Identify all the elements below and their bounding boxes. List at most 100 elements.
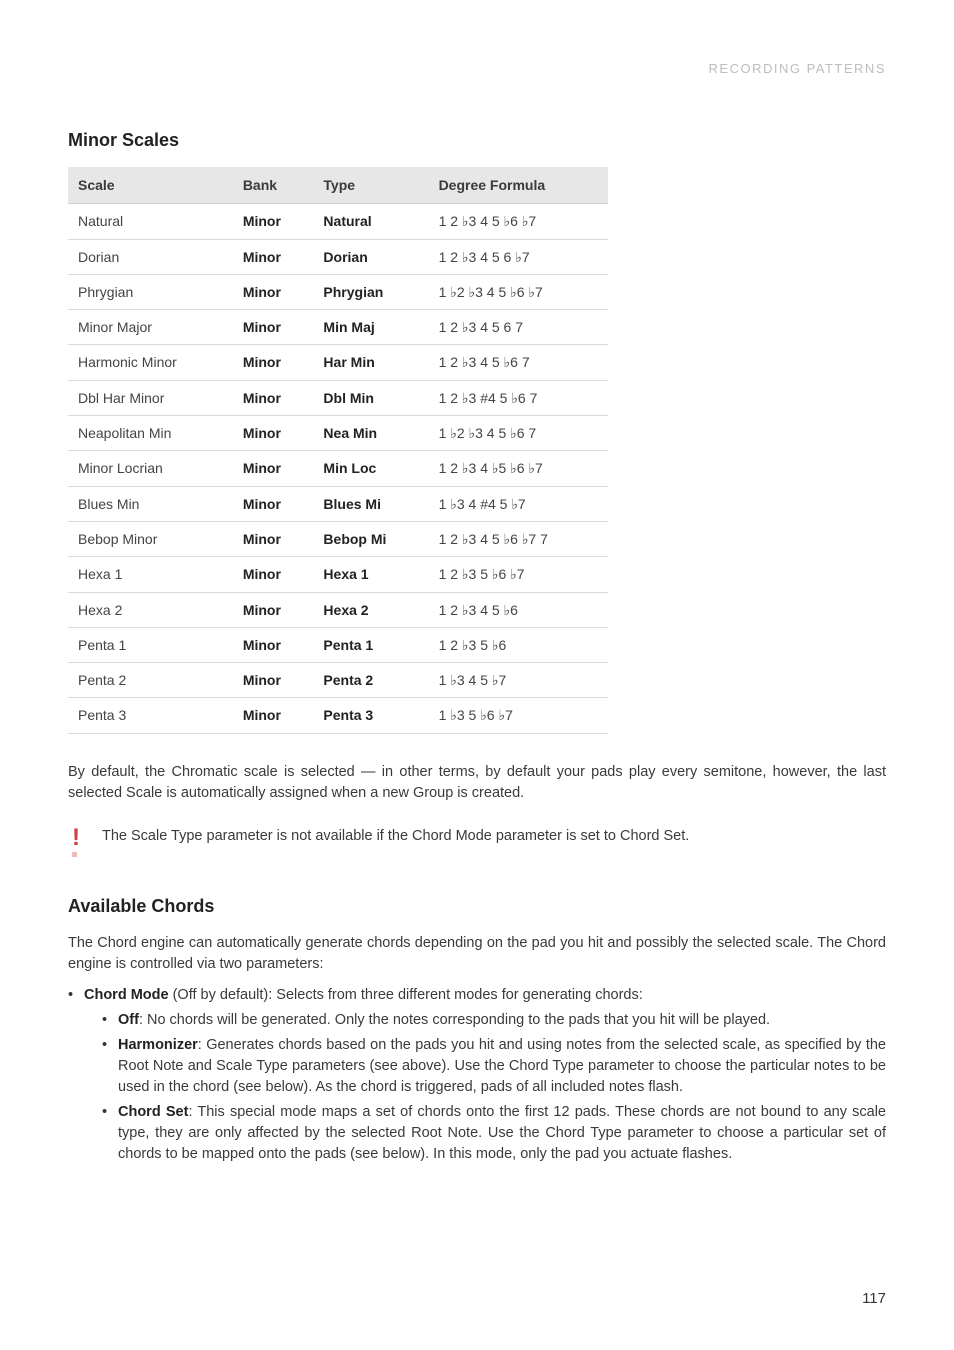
td-bank: Minor xyxy=(233,698,314,733)
td-bank: Minor xyxy=(233,663,314,698)
warning-text: The Scale Type parameter is not availabl… xyxy=(102,826,886,847)
td-formula: 1 2 ♭3 5 ♭6 ♭7 xyxy=(429,557,608,592)
table-row: Minor LocrianMinorMin Loc1 2 ♭3 4 ♭5 ♭6 … xyxy=(68,451,608,486)
td-scale: Dbl Har Minor xyxy=(68,380,233,415)
td-bank: Minor xyxy=(233,239,314,274)
td-bank: Minor xyxy=(233,345,314,380)
td-formula: 1 2 ♭3 5 ♭6 xyxy=(429,627,608,662)
page: RECORDING PATTERNS Minor Scales Scale Ba… xyxy=(0,0,954,1350)
td-scale: Neapolitan Min xyxy=(68,416,233,451)
running-head: RECORDING PATTERNS xyxy=(68,60,886,79)
td-bank: Minor xyxy=(233,521,314,556)
td-type: Dbl Min xyxy=(313,380,428,415)
table-row: Harmonic MinorMinorHar Min1 2 ♭3 4 5 ♭6 … xyxy=(68,345,608,380)
chord-mode-label: Chord Mode xyxy=(84,987,169,1003)
td-scale: Minor Locrian xyxy=(68,451,233,486)
td-type: Penta 2 xyxy=(313,663,428,698)
th-scale: Scale xyxy=(68,167,233,204)
td-type: Min Maj xyxy=(313,310,428,345)
td-bank: Minor xyxy=(233,416,314,451)
td-bank: Minor xyxy=(233,557,314,592)
td-formula: 1 2 ♭3 4 5 ♭6 7 xyxy=(429,345,608,380)
warning-note: ! The Scale Type parameter is not availa… xyxy=(68,826,886,857)
chord-set-label: Chord Set xyxy=(118,1104,188,1120)
td-type: Har Min xyxy=(313,345,428,380)
table-row: Minor MajorMinorMin Maj1 2 ♭3 4 5 6 7 xyxy=(68,310,608,345)
chord-mode-sublist: Off: No chords will be generated. Only t… xyxy=(84,1010,886,1165)
table-row: Blues MinMinorBlues Mi1 ♭3 4 #4 5 ♭7 xyxy=(68,486,608,521)
td-formula: 1 ♭2 ♭3 4 5 ♭6 7 xyxy=(429,416,608,451)
table-row: PhrygianMinorPhrygian1 ♭2 ♭3 4 5 ♭6 ♭7 xyxy=(68,274,608,309)
table-row: Hexa 2MinorHexa 21 2 ♭3 4 5 ♭6 xyxy=(68,592,608,627)
list-item-chord-set: Chord Set: This special mode maps a set … xyxy=(102,1102,886,1165)
td-scale: Minor Major xyxy=(68,310,233,345)
td-scale: Penta 1 xyxy=(68,627,233,662)
td-formula: 1 2 ♭3 4 5 ♭6 ♭7 7 xyxy=(429,521,608,556)
td-bank: Minor xyxy=(233,451,314,486)
list-item-off: Off: No chords will be generated. Only t… xyxy=(102,1010,886,1031)
list-item-chord-mode: Chord Mode (Off by default): Selects fro… xyxy=(68,985,886,1165)
td-formula: 1 2 ♭3 4 5 ♭6 xyxy=(429,592,608,627)
td-formula: 1 2 ♭3 4 5 ♭6 ♭7 xyxy=(429,204,608,239)
td-type: Penta 3 xyxy=(313,698,428,733)
table-row: Bebop MinorMinorBebop Mi1 2 ♭3 4 5 ♭6 ♭7… xyxy=(68,521,608,556)
td-type: Blues Mi xyxy=(313,486,428,521)
td-formula: 1 ♭3 5 ♭6 ♭7 xyxy=(429,698,608,733)
table-row: Penta 3MinorPenta 31 ♭3 5 ♭6 ♭7 xyxy=(68,698,608,733)
off-label: Off xyxy=(118,1012,139,1028)
td-type: Nea Min xyxy=(313,416,428,451)
td-bank: Minor xyxy=(233,204,314,239)
table-row: DorianMinorDorian1 2 ♭3 4 5 6 ♭7 xyxy=(68,239,608,274)
table-row: Penta 2MinorPenta 21 ♭3 4 5 ♭7 xyxy=(68,663,608,698)
table-header-row: Scale Bank Type Degree Formula xyxy=(68,167,608,204)
table-row: NaturalMinorNatural1 2 ♭3 4 5 ♭6 ♭7 xyxy=(68,204,608,239)
harmonizer-desc: : Generates chords based on the pads you… xyxy=(118,1037,886,1095)
td-scale: Hexa 1 xyxy=(68,557,233,592)
td-bank: Minor xyxy=(233,486,314,521)
td-bank: Minor xyxy=(233,274,314,309)
td-formula: 1 2 ♭3 4 ♭5 ♭6 ♭7 xyxy=(429,451,608,486)
td-formula: 1 2 ♭3 4 5 6 7 xyxy=(429,310,608,345)
td-bank: Minor xyxy=(233,627,314,662)
td-scale: Natural xyxy=(68,204,233,239)
td-type: Penta 1 xyxy=(313,627,428,662)
paragraph-chords-intro: The Chord engine can automatically gener… xyxy=(68,933,886,975)
td-bank: Minor xyxy=(233,310,314,345)
td-type: Min Loc xyxy=(313,451,428,486)
td-scale: Bebop Minor xyxy=(68,521,233,556)
list-item-harmonizer: Harmonizer: Generates chords based on th… xyxy=(102,1035,886,1098)
chord-mode-desc: (Off by default): Selects from three dif… xyxy=(169,987,643,1003)
td-scale: Penta 2 xyxy=(68,663,233,698)
off-desc: : No chords will be generated. Only the … xyxy=(139,1012,770,1028)
td-type: Bebop Mi xyxy=(313,521,428,556)
th-formula: Degree Formula xyxy=(429,167,608,204)
td-scale: Harmonic Minor xyxy=(68,345,233,380)
table-row: Hexa 1MinorHexa 11 2 ♭3 5 ♭6 ♭7 xyxy=(68,557,608,592)
td-formula: 1 2 ♭3 4 5 6 ♭7 xyxy=(429,239,608,274)
td-scale: Dorian xyxy=(68,239,233,274)
td-type: Hexa 1 xyxy=(313,557,428,592)
td-bank: Minor xyxy=(233,380,314,415)
page-number: 117 xyxy=(862,1288,886,1310)
td-formula: 1 ♭2 ♭3 4 5 ♭6 ♭7 xyxy=(429,274,608,309)
td-type: Natural xyxy=(313,204,428,239)
chord-mode-list: Chord Mode (Off by default): Selects fro… xyxy=(68,985,886,1165)
minor-scales-table: Scale Bank Type Degree Formula NaturalMi… xyxy=(68,167,608,734)
section-title-available-chords: Available Chords xyxy=(68,893,886,919)
td-bank: Minor xyxy=(233,592,314,627)
table-row: Dbl Har MinorMinorDbl Min1 2 ♭3 #4 5 ♭6 … xyxy=(68,380,608,415)
td-scale: Hexa 2 xyxy=(68,592,233,627)
td-scale: Blues Min xyxy=(68,486,233,521)
td-scale: Phrygian xyxy=(68,274,233,309)
td-type: Phrygian xyxy=(313,274,428,309)
warning-icon: ! xyxy=(72,826,80,857)
th-bank: Bank xyxy=(233,167,314,204)
td-type: Dorian xyxy=(313,239,428,274)
chord-set-desc: : This special mode maps a set of chords… xyxy=(118,1104,886,1162)
td-scale: Penta 3 xyxy=(68,698,233,733)
harmonizer-label: Harmonizer xyxy=(118,1037,198,1053)
table-row: Neapolitan MinMinorNea Min1 ♭2 ♭3 4 5 ♭6… xyxy=(68,416,608,451)
th-type: Type xyxy=(313,167,428,204)
section-title-minor-scales: Minor Scales xyxy=(68,127,886,153)
td-formula: 1 ♭3 4 #4 5 ♭7 xyxy=(429,486,608,521)
